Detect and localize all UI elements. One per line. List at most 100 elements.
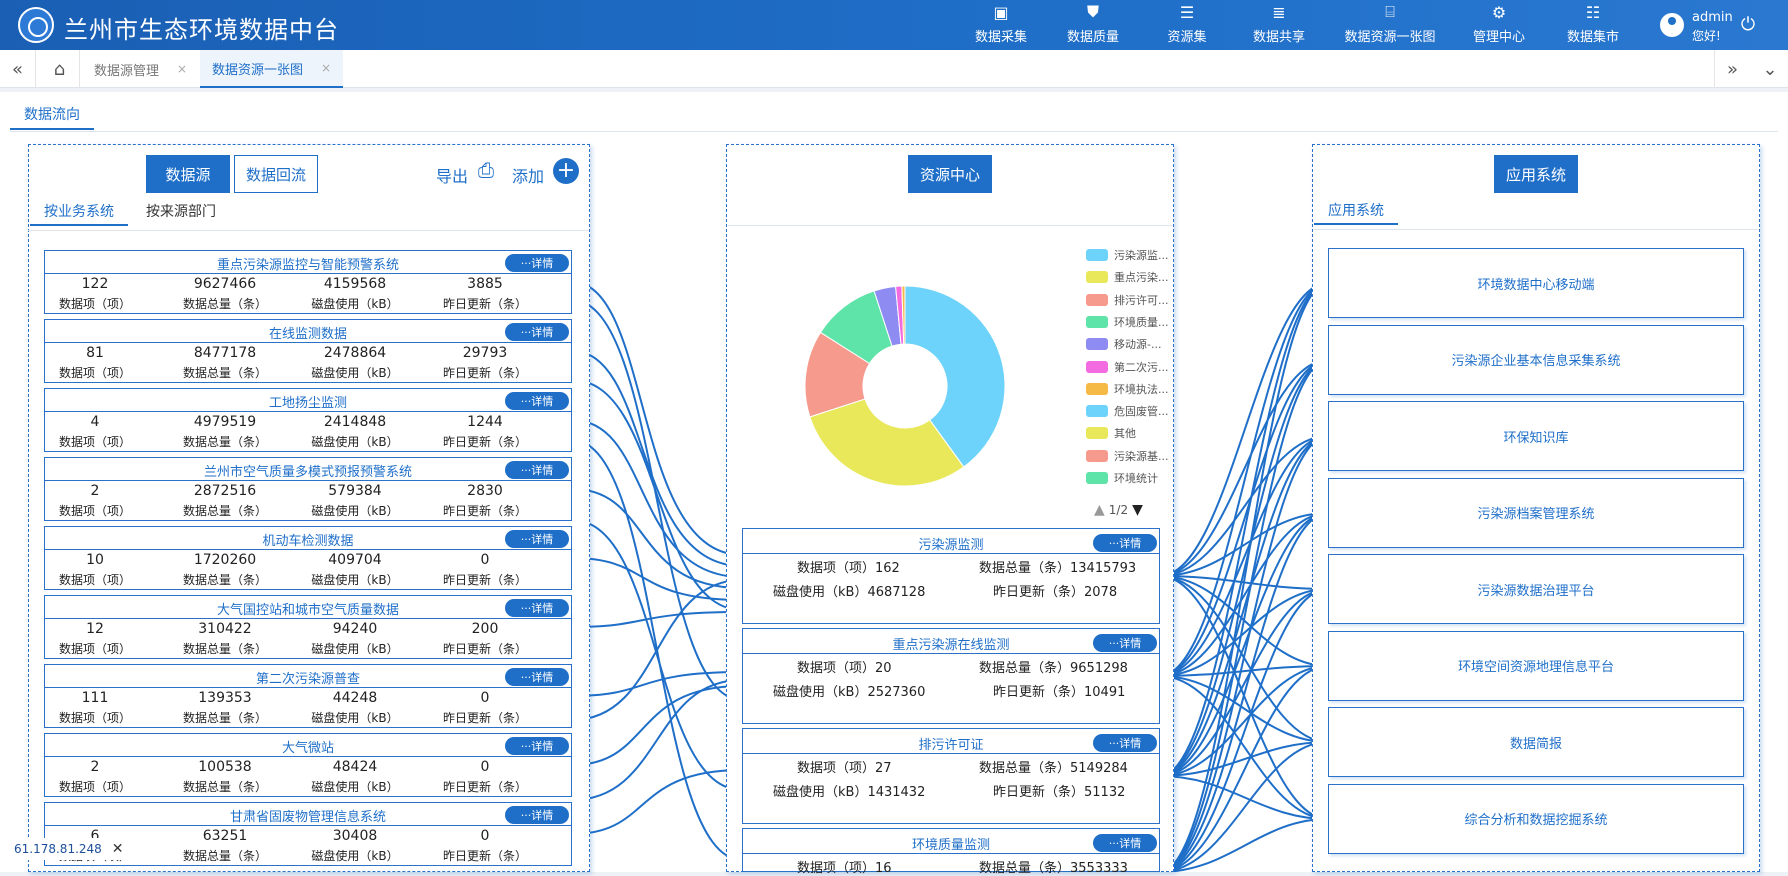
legend-item[interactable]: 环境质量... — [1086, 314, 1169, 330]
detail-button[interactable]: ···详情 — [505, 737, 569, 755]
nav-data-quality[interactable]: ⛊ 数据质量 — [1058, 0, 1128, 50]
legend-swatch — [1086, 315, 1108, 328]
app-label: 污染源数据治理平台 — [1477, 583, 1595, 599]
stat-value: 0 — [480, 828, 490, 844]
legend-swatch — [1086, 338, 1108, 351]
scroll-left-icon[interactable]: « — [0, 50, 36, 88]
user-greeting: 您好! — [1692, 29, 1721, 43]
detail-button[interactable]: ···详情 — [505, 323, 569, 341]
resource-center-button[interactable]: 资源中心 — [908, 155, 992, 193]
legend-pager: ▲ 1/2 ▼ — [1094, 502, 1143, 518]
close-icon[interactable]: × — [177, 62, 187, 76]
subtab-by-dept[interactable]: 按来源部门 — [146, 198, 216, 226]
app-item[interactable]: 污染源企业基本信息采集系统 — [1328, 324, 1744, 395]
app-item[interactable]: 环境数据中心移动端 — [1328, 248, 1744, 318]
export-button[interactable]: 导出 — [436, 163, 468, 187]
stat-value: 2 — [90, 759, 100, 775]
app-label: 环保知识库 — [1503, 430, 1569, 446]
app-item[interactable]: 数据简报 — [1328, 707, 1744, 777]
scroll-right-icon[interactable]: » — [1714, 50, 1750, 88]
legend-label: 污染源监... — [1114, 249, 1169, 262]
chevron-down-icon[interactable]: ⌄ — [1752, 50, 1788, 88]
legend-label: 重点污染... — [1114, 271, 1169, 285]
detail-button[interactable]: ···详情 — [1093, 634, 1157, 652]
close-icon[interactable]: × — [321, 61, 331, 75]
stat-value: 81 — [86, 345, 104, 361]
tab-data-source-mgmt[interactable]: 数据源管理 × — [82, 50, 199, 88]
legend-item[interactable]: 其他 — [1086, 425, 1136, 441]
stat-value: 4 — [90, 414, 100, 430]
detail-button[interactable]: ···详情 — [1093, 734, 1157, 752]
ip-text: 61.178.81.248 — [14, 842, 102, 856]
subtab-by-business[interactable]: 按业务系统 — [30, 198, 128, 226]
nav-data-collect[interactable]: ▣ 数据采集 — [966, 0, 1036, 50]
stat-label: 磁盘使用（kB） — [311, 711, 399, 725]
stat-label: 数据总量（条） — [182, 780, 267, 794]
app-item[interactable]: 环境空间资源地理信息平台 — [1328, 630, 1744, 701]
pager-down-icon[interactable]: ▼ — [1132, 502, 1143, 518]
app-item[interactable]: 污染源档案管理系统 — [1328, 477, 1744, 548]
stat-label: 昨日更新（条） — [442, 435, 527, 449]
power-icon[interactable]: ⏻ — [1738, 15, 1758, 35]
stat-value: 9627466 — [193, 276, 257, 292]
detail-button[interactable]: ···详情 — [505, 392, 569, 410]
detail-button[interactable]: ···详情 — [505, 254, 569, 272]
stat-label: 昨日更新（条） — [442, 366, 527, 380]
legend-item[interactable]: 环境执法... — [1086, 381, 1169, 397]
resource-total: 数据总量（条）3553333 — [979, 861, 1128, 876]
detail-button[interactable]: ···详情 — [505, 461, 569, 479]
legend-item[interactable]: 危固废管... — [1086, 403, 1169, 419]
section-title: 数据流向 — [10, 100, 94, 130]
nav-resource-map[interactable]: ⌸ 数据资源一张图 — [1340, 0, 1440, 50]
pager-up-icon[interactable]: ▲ — [1094, 502, 1105, 518]
source-card: 第二次污染源普查 ···详情 111 数据项（项） 139353 数据总量（条） 44… — [44, 664, 572, 728]
tab-resource-map[interactable]: 数据资源一张图 × — [200, 50, 344, 88]
legend-item[interactable]: 环境统计 — [1086, 470, 1158, 486]
resource-items: 数据项（项）20 — [797, 661, 892, 676]
chart-icon: ▣ — [993, 2, 1009, 22]
user-menu[interactable]: admin 您好! — [1660, 8, 1780, 43]
nav-data-share[interactable]: ≣ 数据共享 — [1244, 0, 1314, 50]
stat-label: 昨日更新（条） — [442, 297, 527, 311]
home-icon[interactable]: ⌂ — [40, 50, 80, 88]
resource-card: 重点污染源在线监测 ···详情 数据项（项）20 数据总量（条）9651298 … — [742, 628, 1160, 724]
legend-label: 环境执法... — [1114, 382, 1169, 396]
divider — [10, 131, 1778, 132]
nav-management[interactable]: ⚙ 管理中心 — [1464, 0, 1534, 50]
app-item[interactable]: 环保知识库 — [1328, 401, 1744, 471]
app-system-button[interactable]: 应用系统 — [1494, 155, 1578, 193]
legend-item[interactable]: 排污许可... — [1086, 292, 1169, 308]
resource-items: 数据项（项）16 — [797, 861, 892, 876]
source-card: 重点污染源监控与智能预警系统 ···详情 122 数据项（项） 9627466 数据… — [44, 250, 572, 314]
detail-button[interactable]: ···详情 — [505, 668, 569, 686]
legend-item[interactable]: 污染源基... — [1086, 448, 1169, 464]
detail-button[interactable]: ···详情 — [505, 599, 569, 617]
legend-item[interactable]: 重点污染... — [1086, 269, 1169, 285]
app-item[interactable]: 综合分析和数据挖掘系统 — [1328, 783, 1744, 854]
close-icon[interactable]: ✕ — [112, 841, 124, 857]
detail-button[interactable]: ···详情 — [505, 530, 569, 548]
detail-button[interactable]: ···详情 — [1093, 834, 1157, 852]
nav-data-market[interactable]: ☷ 数据集市 — [1558, 0, 1628, 50]
subtab-app-system[interactable]: 应用系统 — [1314, 197, 1398, 225]
nav-label: 管理中心 — [1472, 30, 1525, 45]
resource-card: 污染源监测 ···详情 数据项（项）162 数据总量（条）13415793 磁盘… — [742, 528, 1160, 624]
legend-item[interactable]: 污染源监... — [1086, 247, 1169, 263]
add-button[interactable]: 添加 — [512, 163, 544, 187]
add-icon[interactable]: + — [553, 158, 579, 184]
source-button[interactable]: 数据源 — [146, 155, 230, 193]
resource-total: 数据总量（条）13415793 — [979, 561, 1137, 576]
export-icon[interactable]: ⎙ — [478, 158, 504, 184]
legend-item[interactable]: 移动源-... — [1086, 336, 1161, 352]
divider — [28, 230, 588, 231]
backflow-button[interactable]: 数据回流 — [234, 155, 318, 193]
top-bar: 兰州市生态环境数据中台 ▣ 数据采集 ⛊ 数据质量 ☰ 资源集 ≣ 数据共享 ⌸… — [0, 0, 1788, 50]
app-item[interactable]: 污染源数据治理平台 — [1328, 554, 1744, 624]
legend-item[interactable]: 第二次污... — [1086, 359, 1169, 375]
legend-swatch — [1086, 249, 1108, 261]
detail-button[interactable]: ···详情 — [1093, 534, 1157, 552]
stat-value: 8477178 — [193, 345, 257, 361]
stat-label: 磁盘使用（kB） — [311, 573, 399, 587]
nav-resource-set[interactable]: ☰ 资源集 — [1152, 0, 1222, 50]
detail-button[interactable]: ···详情 — [505, 806, 569, 824]
